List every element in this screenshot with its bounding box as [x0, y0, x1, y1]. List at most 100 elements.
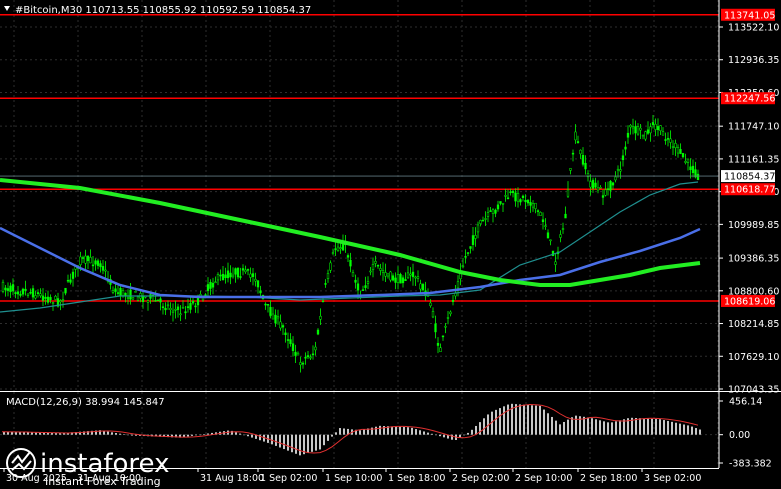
macd-bar — [559, 424, 561, 435]
macd-bar — [31, 432, 33, 435]
macd-bar — [647, 418, 649, 435]
level-label: 113741.05 — [724, 10, 775, 21]
macd-bar — [435, 434, 437, 436]
price-tick-label: 107629.10 — [728, 352, 779, 363]
macd-bar — [503, 406, 505, 435]
macd-bar — [23, 432, 25, 435]
macd-bar — [59, 433, 61, 435]
macd-bar — [543, 409, 545, 435]
macd-bar — [443, 434, 445, 438]
macd-bar — [323, 434, 325, 446]
level-label: 108619.06 — [724, 296, 775, 307]
macd-bar — [663, 420, 665, 435]
trading-chart[interactable]: #Bitcoin,M30 110713.55 110855.92 110592.… — [0, 0, 781, 489]
macd-bar — [51, 433, 53, 435]
macd-bar — [675, 422, 677, 435]
macd-bar — [571, 417, 573, 435]
macd-bar — [335, 432, 337, 435]
price-tick-label: 113522.10 — [728, 23, 779, 34]
macd-bar — [127, 434, 129, 436]
macd-bar — [295, 434, 297, 454]
macd-bar — [659, 419, 661, 435]
time-label: 2 Sep 02:00 — [452, 473, 509, 484]
macd-bar — [119, 433, 121, 435]
macd-bar — [247, 434, 249, 437]
price-tick-label: 107043.35 — [728, 385, 779, 396]
macd-bar — [655, 418, 657, 435]
macd-bar — [359, 430, 361, 435]
macd-bar — [587, 417, 589, 435]
macd-bar — [39, 432, 41, 435]
macd-bar — [35, 432, 37, 435]
macd-bar — [607, 422, 609, 435]
price-tick-label: 111747.10 — [728, 122, 779, 133]
macd-bar — [343, 428, 345, 435]
macd-bar — [207, 433, 209, 435]
current-price-label: 110854.37 — [724, 172, 775, 183]
macd-bar — [11, 431, 13, 435]
price-tick-label: 109386.35 — [728, 254, 779, 265]
macd-bar — [307, 434, 309, 454]
macd-bar — [111, 432, 113, 435]
macd-bar — [331, 434, 333, 437]
level-label: 112247.56 — [724, 94, 775, 105]
macd-bar — [379, 425, 381, 435]
macd-bar — [311, 434, 313, 452]
price-tick-label: 111161.35 — [728, 154, 779, 165]
chart-title: #Bitcoin,M30 110713.55 110855.92 110592.… — [15, 5, 311, 16]
price-tick-label: 108214.85 — [728, 319, 779, 330]
macd-bar — [191, 434, 193, 436]
macd-bar — [279, 434, 281, 448]
macd-title: MACD(12,26,9) 38.994 145.847 — [6, 397, 165, 408]
macd-bar — [283, 434, 285, 450]
macd-bar — [363, 429, 365, 435]
macd-bar — [643, 418, 645, 435]
macd-bar — [551, 416, 553, 435]
macd-bar — [555, 420, 557, 435]
macd-bar — [527, 404, 529, 435]
macd-bar — [15, 432, 17, 435]
macd-bar — [251, 434, 253, 438]
macd-bar — [603, 421, 605, 435]
chart-header: #Bitcoin,M30 110713.55 110855.92 110592.… — [4, 5, 311, 16]
macd-bar — [243, 434, 245, 436]
macd-bar — [403, 427, 405, 435]
macd-bar — [567, 419, 569, 435]
macd-bar — [519, 404, 521, 435]
macd-bar — [615, 421, 617, 435]
macd-bar — [467, 432, 469, 435]
price-tick-label: 112936.35 — [728, 55, 779, 66]
macd-bar — [419, 430, 421, 435]
macd-bar — [619, 420, 621, 435]
macd-bar — [463, 434, 465, 436]
macd-bar — [439, 434, 441, 437]
macd-bar — [391, 426, 393, 435]
macd-bar — [531, 405, 533, 435]
macd-bar — [699, 429, 701, 435]
macd-bar — [423, 431, 425, 435]
macd-bar — [591, 418, 593, 435]
macd-bar — [671, 421, 673, 435]
macd-bar — [695, 428, 697, 435]
macd-bar — [195, 434, 197, 436]
macd-bar — [115, 433, 117, 435]
time-label: 2 Sep 18:00 — [580, 473, 637, 484]
macd-bar — [123, 434, 125, 435]
macd-bar — [375, 426, 377, 435]
macd-bar — [535, 405, 537, 435]
macd-bar — [483, 418, 485, 435]
macd-bar — [239, 433, 241, 435]
macd-bar — [495, 409, 497, 435]
macd-bar — [507, 404, 509, 435]
macd-bar — [43, 432, 45, 435]
macd-bar — [635, 417, 637, 435]
macd-bar — [339, 428, 341, 435]
macd-bar — [299, 434, 301, 456]
time-label: 2 Sep 10:00 — [515, 473, 572, 484]
macd-tick-label: -383.382 — [729, 459, 772, 470]
macd-tick-label: 456.14 — [729, 397, 762, 408]
macd-bar — [595, 419, 597, 435]
macd-bar — [611, 422, 613, 435]
macd-bar — [275, 434, 277, 446]
macd-bar — [19, 432, 21, 435]
